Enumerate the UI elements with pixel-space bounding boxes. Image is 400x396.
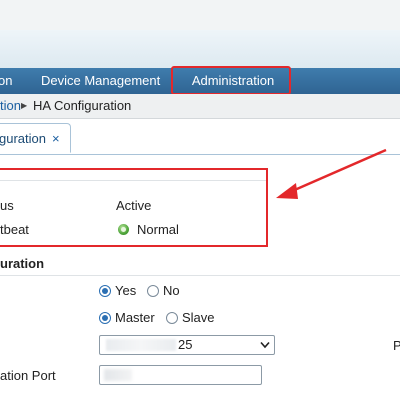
breadcrumb: tion ▶ HA Configuration [0, 94, 400, 119]
chevron-down-icon [260, 341, 270, 349]
enable-yes-label[interactable]: Yes [115, 283, 136, 298]
top-strip [0, 0, 400, 30]
status-ok-icon [118, 224, 129, 235]
sync-port-label: ation Port [0, 368, 56, 383]
redacted-area [104, 369, 132, 381]
redacted-area [106, 339, 176, 351]
section-title-ha-configuration: uration [0, 256, 45, 271]
administration-highlight-box [171, 66, 291, 95]
enable-yes-radio[interactable] [99, 285, 111, 297]
status-value: Active [116, 198, 152, 213]
tab-close-icon[interactable]: × [52, 124, 60, 152]
nav-item-device-management[interactable]: Device Management [41, 68, 160, 94]
tab-label: guration [0, 131, 46, 146]
sync-port-input[interactable] [99, 365, 262, 385]
mode-slave-radio[interactable] [166, 312, 178, 324]
nav-item-configuration[interactable]: on [0, 68, 12, 94]
clipped-label: P [393, 338, 400, 353]
interface-select[interactable]: 25 [99, 335, 275, 355]
section-divider [0, 275, 400, 276]
annotation-arrow-icon [276, 148, 387, 199]
status-label: us [0, 198, 14, 213]
enable-no-label[interactable]: No [163, 283, 180, 298]
mode-slave-label[interactable]: Slave [182, 310, 215, 325]
tab-ha-configuration[interactable]: guration × [0, 123, 71, 153]
enable-no-radio[interactable] [147, 285, 159, 297]
mode-master-radio[interactable] [99, 312, 111, 324]
mode-master-label[interactable]: Master [115, 310, 155, 325]
breadcrumb-parent-link[interactable]: tion [0, 94, 21, 118]
heartbeat-value: Normal [137, 222, 179, 237]
select-value: 25 [178, 337, 193, 352]
breadcrumb-separator-icon: ▶ [21, 101, 28, 110]
header-banner [0, 30, 400, 68]
breadcrumb-current: HA Configuration [33, 98, 132, 113]
heartbeat-label: tbeat [0, 222, 29, 237]
